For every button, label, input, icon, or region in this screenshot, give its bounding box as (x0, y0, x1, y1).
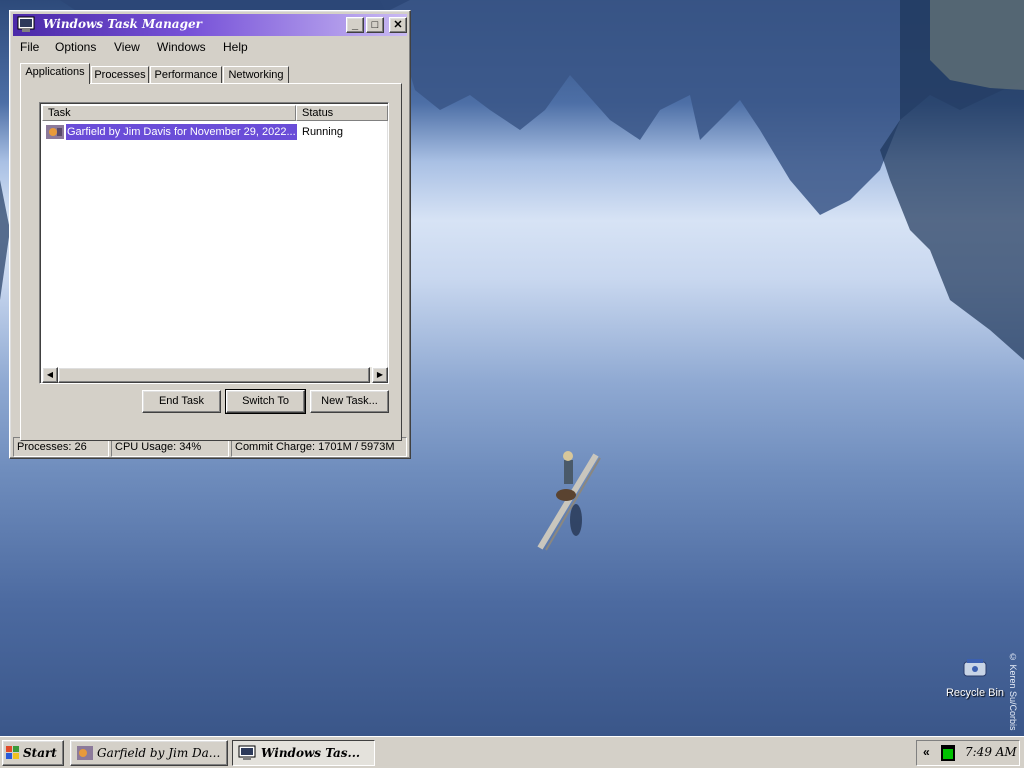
wallpaper-credit: © Keren Su/Corbis (1008, 652, 1018, 731)
menu-help[interactable]: Help (223, 40, 248, 54)
menu-windows[interactable]: Windows (157, 40, 206, 54)
maximize-button[interactable]: □ (366, 17, 384, 33)
start-button[interactable]: Start (2, 740, 64, 766)
task-manager-icon (238, 745, 256, 760)
tray-expand-button[interactable]: « (923, 745, 930, 759)
column-header-status[interactable]: Status (296, 105, 388, 121)
table-row[interactable]: Garfield by Jim Davis for November 29, 2… (42, 123, 386, 141)
minimize-icon: _ (351, 19, 359, 31)
tab-performance[interactable]: Performance (150, 66, 222, 84)
new-task-button[interactable]: New Task... (310, 390, 389, 413)
start-label: Start (23, 746, 57, 760)
garfield-app-icon (77, 746, 93, 760)
scroll-left-button[interactable]: ◀ (42, 367, 58, 383)
task-list[interactable]: Task Status Garfield by Jim Davis for No… (39, 102, 389, 384)
cpu-meter-icon[interactable] (941, 745, 955, 761)
task-status: Running (302, 126, 343, 138)
close-button[interactable]: ✕ (389, 17, 407, 33)
menu-options[interactable]: Options (55, 40, 96, 54)
tab-applications[interactable]: Applications (20, 63, 90, 84)
windows-logo-icon (6, 746, 19, 759)
task-manager-window: Windows Task Manager _ □ ✕ File Options … (9, 10, 411, 459)
maximize-icon: □ (371, 19, 379, 31)
horizontal-scrollbar[interactable]: ◀ ▶ (42, 367, 388, 383)
menu-view[interactable]: View (114, 40, 140, 54)
switch-to-button[interactable]: Switch To (225, 389, 306, 414)
recycle-bin-icon (963, 659, 987, 677)
tray-clock[interactable]: 7:49 AM (965, 745, 1017, 759)
task-name: Garfield by Jim Davis for November 29, 2… (66, 124, 297, 140)
minimize-button[interactable]: _ (346, 17, 364, 33)
close-icon: ✕ (393, 19, 403, 31)
garfield-app-icon (46, 125, 64, 139)
desktop-icon-recycle-bin[interactable]: Recycle Bin (940, 656, 1010, 699)
taskbar-button-label: Windows Tas... (261, 746, 361, 760)
scroll-thumb[interactable] (58, 367, 370, 383)
window-title: Windows Task Manager (43, 17, 202, 31)
raft-figure (537, 451, 601, 551)
taskbar-button-task-manager[interactable]: Windows Tas... (232, 740, 375, 766)
desktop-icon-label: Recycle Bin (945, 687, 1005, 699)
task-manager-icon (17, 16, 35, 32)
end-task-button[interactable]: End Task (142, 390, 221, 413)
arrow-right-icon: ▶ (376, 370, 384, 379)
taskbar-button-label: Garfield by Jim Da... (97, 746, 221, 760)
tab-processes[interactable]: Processes (91, 66, 149, 84)
arrow-left-icon: ◀ (46, 370, 54, 379)
system-tray: « 7:49 AM (916, 740, 1020, 766)
scroll-right-button[interactable]: ▶ (372, 367, 388, 383)
menu-file[interactable]: File (20, 40, 39, 54)
applications-panel: Task Status Garfield by Jim Davis for No… (20, 83, 402, 441)
taskbar: Start Garfield by Jim Da... Windows Tas.… (0, 736, 1024, 768)
column-header-task[interactable]: Task (42, 105, 296, 121)
title-bar[interactable]: Windows Task Manager _ □ ✕ (13, 14, 407, 36)
taskbar-button-garfield[interactable]: Garfield by Jim Da... (70, 740, 228, 766)
tab-networking[interactable]: Networking (223, 66, 289, 84)
